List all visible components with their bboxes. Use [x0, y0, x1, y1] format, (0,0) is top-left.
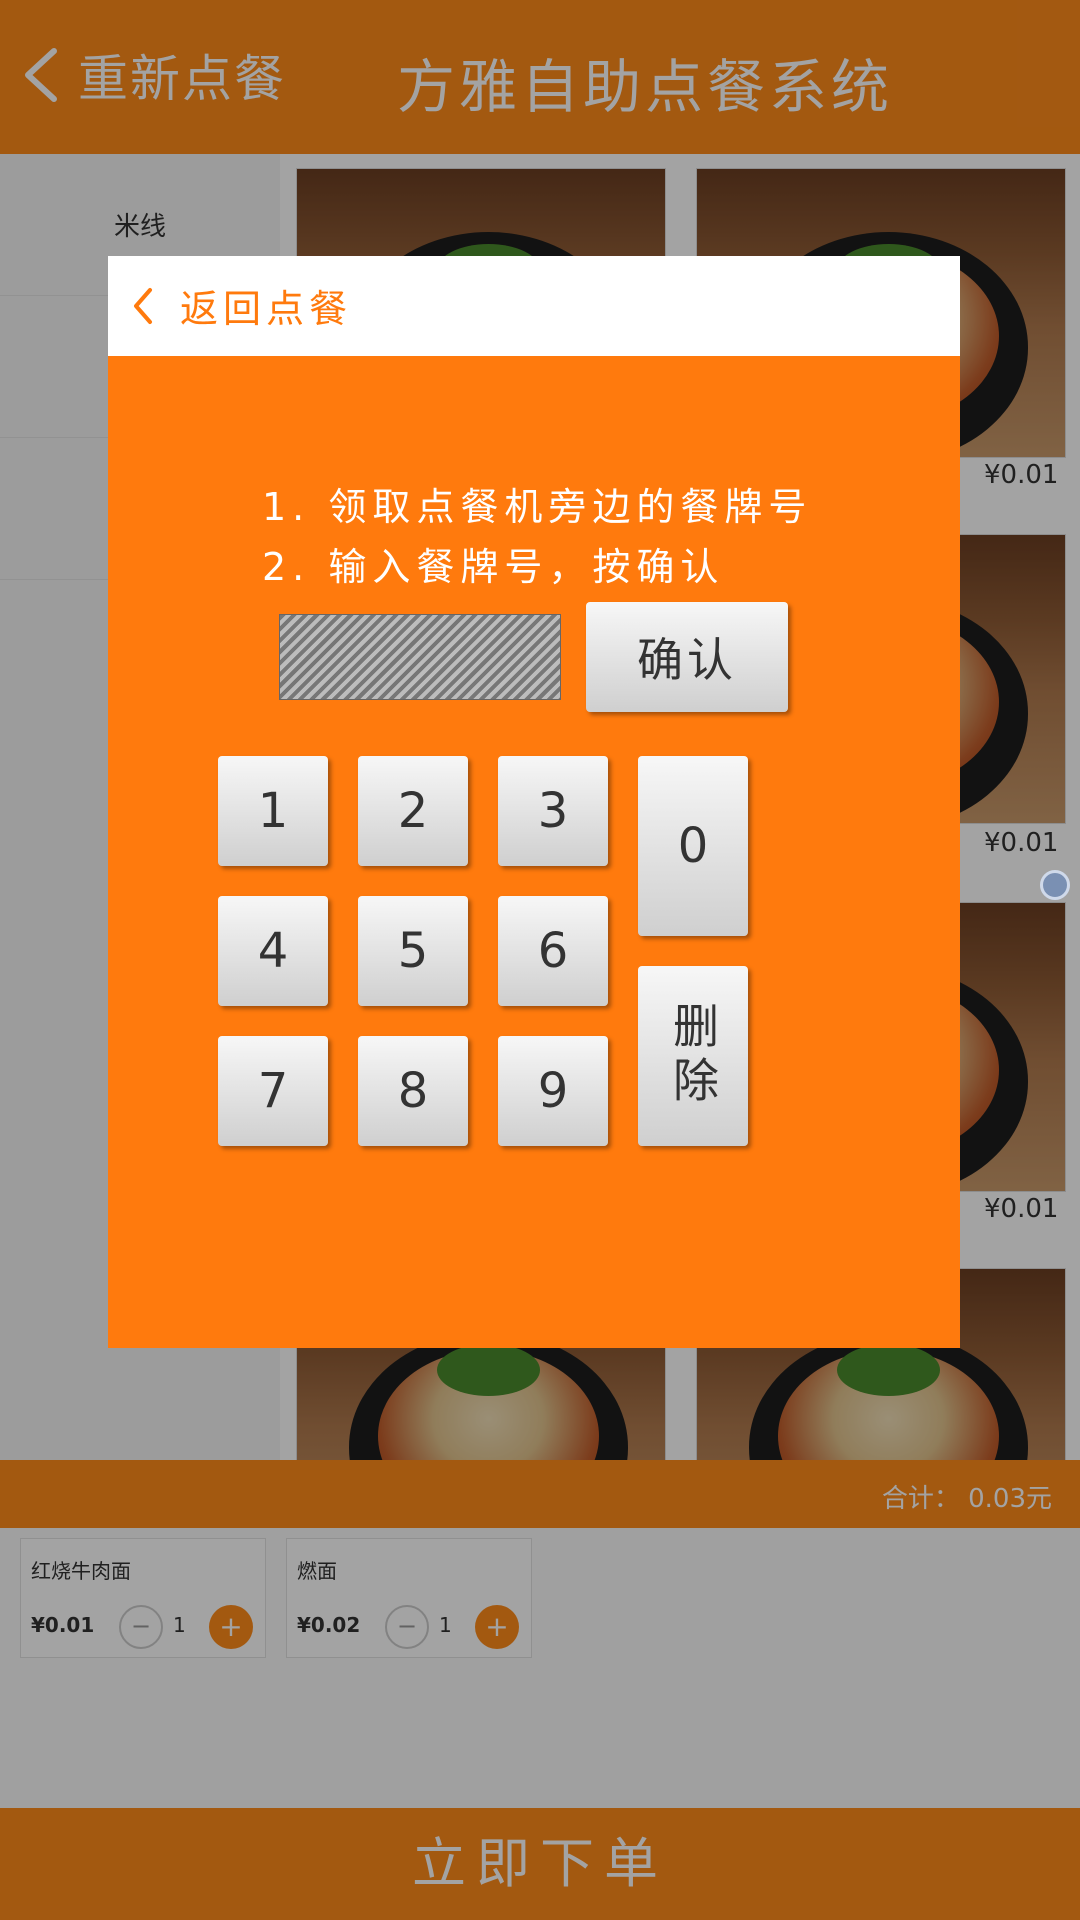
key-3[interactable]: 3 [498, 756, 608, 866]
instruction-line: 1. 领取点餐机旁边的餐牌号 [262, 485, 813, 529]
key-7[interactable]: 7 [218, 1036, 328, 1146]
key-2[interactable]: 2 [358, 756, 468, 866]
delete-button[interactable]: 删除 [638, 966, 748, 1146]
dialog-header: 返回点餐 [108, 256, 960, 356]
key-5[interactable]: 5 [358, 896, 468, 1006]
table-number-dialog: 返回点餐 1. 领取点餐机旁边的餐牌号 2. 输入餐牌号，按确认 确认 1 2 … [108, 256, 960, 1348]
chevron-left-icon[interactable] [128, 284, 158, 328]
back-to-order-button[interactable]: 返回点餐 [180, 278, 352, 333]
table-number-input[interactable] [279, 614, 561, 700]
key-6[interactable]: 6 [498, 896, 608, 1006]
instruction-line: 2. 输入餐牌号，按确认 [262, 545, 725, 589]
key-0[interactable]: 0 [638, 756, 748, 936]
key-4[interactable]: 4 [218, 896, 328, 1006]
key-8[interactable]: 8 [358, 1036, 468, 1146]
key-9[interactable]: 9 [498, 1036, 608, 1146]
assistive-touch-icon[interactable] [1040, 870, 1070, 900]
confirm-button[interactable]: 确认 [586, 602, 788, 712]
key-1[interactable]: 1 [218, 756, 328, 866]
